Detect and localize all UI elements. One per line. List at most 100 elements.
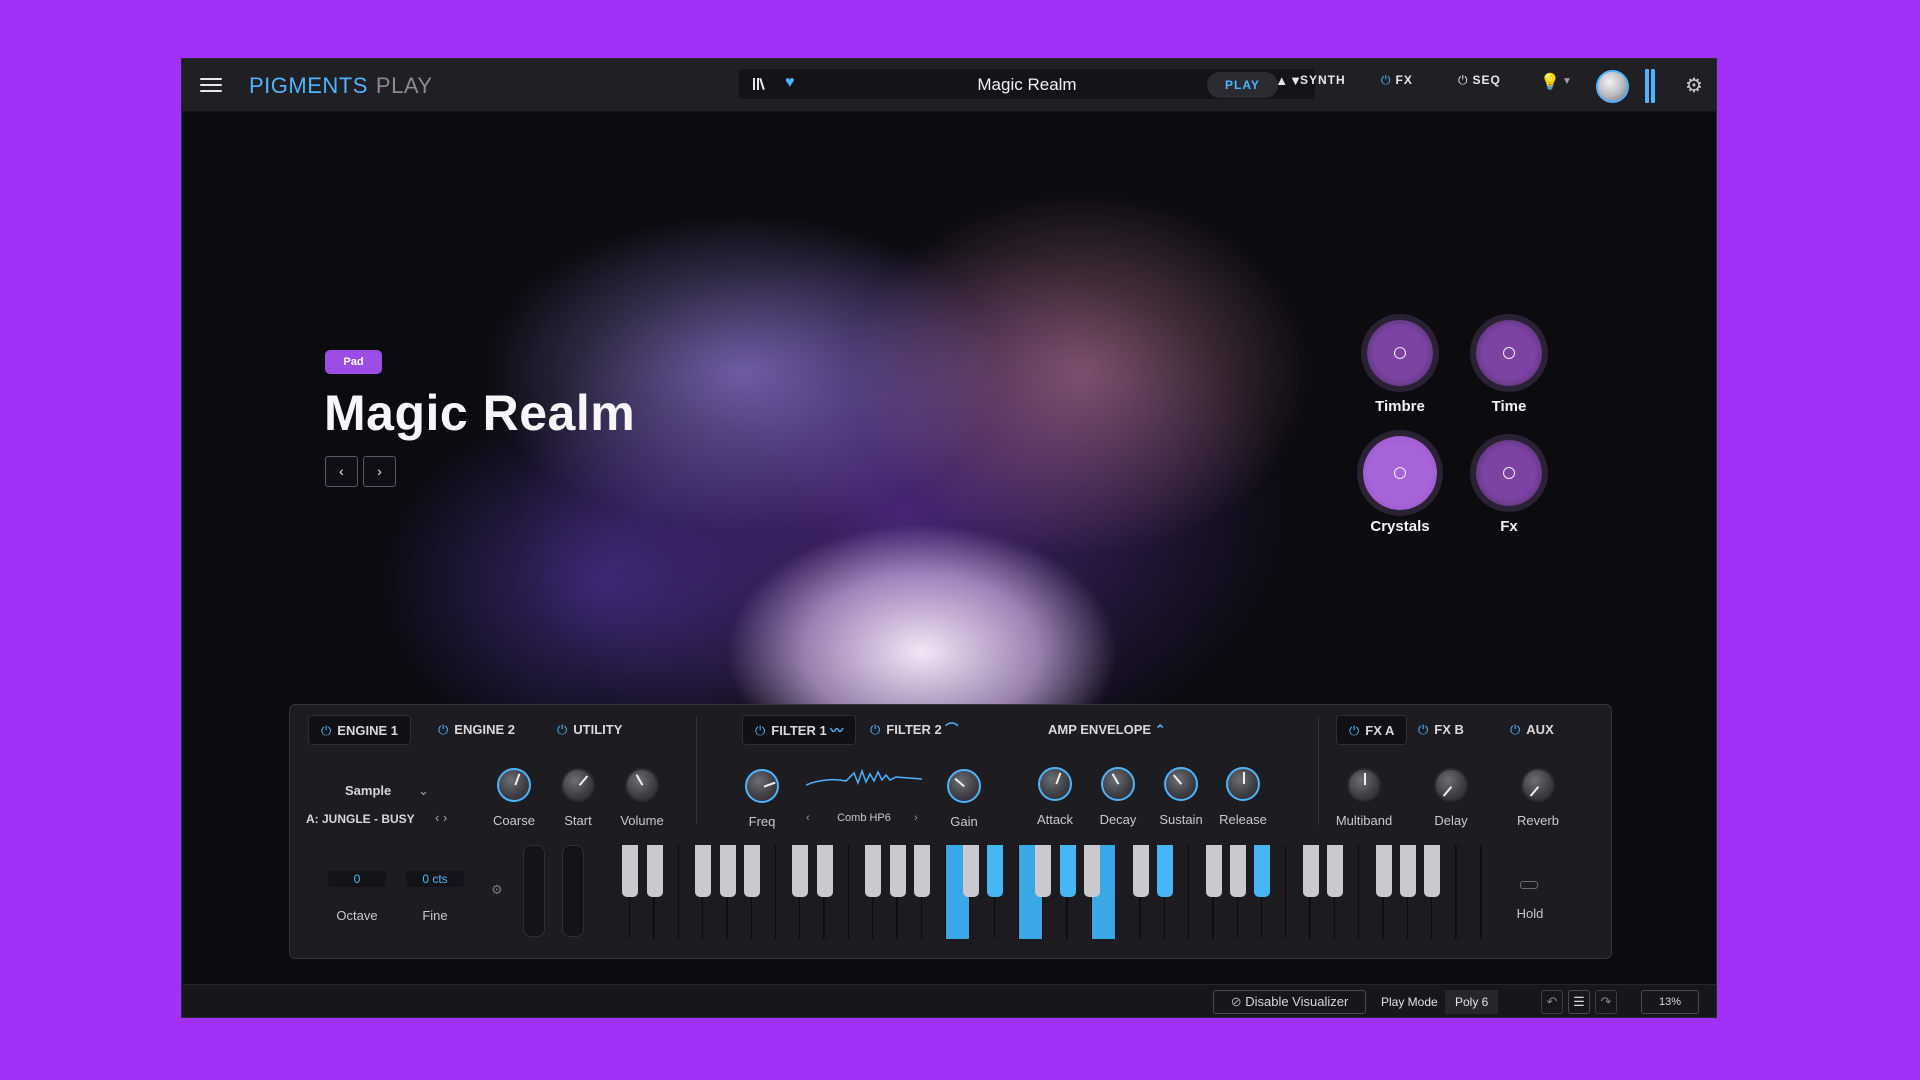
tab-filter-2[interactable]: ⏻ FILTER 2 ⌒: [870, 715, 958, 745]
black-key[interactable]: [1254, 845, 1271, 897]
volume-knob[interactable]: [625, 768, 659, 802]
tab-synth[interactable]: SYNTH: [1300, 73, 1346, 99]
black-key[interactable]: [1084, 845, 1100, 897]
play-mode-value[interactable]: Poly 6: [1445, 990, 1499, 1014]
white-key[interactable]: [1456, 845, 1481, 939]
macro-label: Crystals: [1370, 518, 1430, 535]
fine-value[interactable]: 0 cts: [406, 871, 464, 887]
macro-crystals[interactable]: Crystals: [1360, 436, 1440, 535]
tab-play[interactable]: PLAY: [1207, 72, 1278, 98]
undo-icon[interactable]: ↶: [1541, 990, 1563, 1014]
octave-value[interactable]: 0: [328, 871, 386, 887]
lightbulb-icon[interactable]: 💡: [1540, 72, 1560, 92]
attack-knob[interactable]: [1038, 767, 1072, 801]
tab-amp-envelope[interactable]: AMP ENVELOPE ⌃: [1048, 715, 1166, 745]
history-list-icon[interactable]: ☰: [1568, 990, 1590, 1014]
sample-name[interactable]: A: JUNGLE - BUSY: [306, 812, 415, 826]
black-key[interactable]: [986, 845, 1003, 897]
macro-fx-knob[interactable]: [1476, 440, 1542, 506]
redo-icon[interactable]: ↷: [1595, 990, 1617, 1014]
black-key[interactable]: [1059, 845, 1076, 897]
black-key[interactable]: [1132, 845, 1149, 897]
black-key[interactable]: [1327, 845, 1343, 897]
black-key[interactable]: [695, 845, 712, 897]
brand-pigments: PIGMENTS: [249, 73, 368, 98]
chevron-down-icon[interactable]: ⌄: [418, 783, 429, 799]
macro-timbre[interactable]: Timbre: [1360, 320, 1440, 415]
keyboard-settings-gear-icon[interactable]: ⚙: [491, 882, 503, 898]
preset-up-down-arrows[interactable]: ▲▼: [1275, 73, 1303, 88]
tab-engine-2[interactable]: ⏻ ENGINE 2: [438, 715, 515, 745]
disable-visualizer-label: Disable Visualizer: [1245, 994, 1349, 1009]
disable-visualizer-button[interactable]: ⊘ Disable Visualizer: [1213, 990, 1366, 1014]
filter-freq-knob[interactable]: [745, 769, 779, 803]
tab-filter-1[interactable]: ⏻ FILTER 1 〰: [742, 715, 857, 745]
mod-wheel[interactable]: [562, 845, 584, 937]
delay-knob[interactable]: [1434, 768, 1468, 802]
preset-category-badge: Pad: [325, 350, 382, 374]
macro-time[interactable]: Time: [1469, 320, 1549, 415]
black-key[interactable]: [865, 845, 882, 897]
sustain-knob[interactable]: [1164, 767, 1198, 801]
engine-type-dropdown[interactable]: Sample: [345, 783, 391, 798]
pitch-bend-wheel[interactable]: [523, 845, 545, 937]
filter-type-label[interactable]: Comb HP6: [824, 812, 904, 824]
freq-label: Freq: [748, 814, 776, 829]
filter-prev-arrow[interactable]: ‹: [806, 812, 810, 824]
macro-label: Fx: [1500, 518, 1518, 535]
black-key[interactable]: [1229, 845, 1246, 897]
power-icon[interactable]: ⏻: [1458, 73, 1469, 87]
settings-gear-icon[interactable]: ⚙: [1685, 73, 1703, 98]
black-key[interactable]: [1424, 845, 1441, 897]
gain-label: Gain: [950, 814, 978, 829]
black-key[interactable]: [1035, 845, 1052, 897]
eye-off-icon: ⊘: [1230, 994, 1242, 1009]
black-key[interactable]: [743, 845, 760, 897]
next-preset-button[interactable]: ›: [363, 456, 396, 487]
tab-utility[interactable]: ⏻ UTILITY: [557, 715, 622, 745]
tab-seq[interactable]: ⏻ SEQ: [1458, 73, 1501, 99]
black-key[interactable]: [816, 845, 833, 897]
black-key[interactable]: [889, 845, 906, 897]
play-mode-label: Play Mode: [1381, 995, 1438, 1009]
tab-engine-1[interactable]: ⏻ ENGINE 1: [308, 715, 411, 745]
macro-fx[interactable]: Fx: [1469, 440, 1549, 535]
filter-gain-knob[interactable]: [947, 769, 981, 803]
reverb-knob[interactable]: [1521, 768, 1555, 802]
sample-prev-next-arrows[interactable]: ‹ ›: [435, 810, 447, 825]
start-knob[interactable]: [561, 768, 595, 802]
filter-response-graph: [806, 768, 922, 786]
tab-fx-a[interactable]: ⏻ FX A: [1336, 715, 1408, 745]
black-key[interactable]: [719, 845, 736, 897]
black-key[interactable]: [1375, 845, 1392, 897]
black-key[interactable]: [913, 845, 930, 897]
black-key[interactable]: [792, 845, 809, 897]
filter-next-arrow[interactable]: ›: [914, 812, 918, 824]
previous-preset-button[interactable]: ‹: [325, 456, 358, 487]
multiband-knob[interactable]: [1347, 768, 1381, 802]
chevron-down-icon[interactable]: ▼: [1562, 76, 1572, 87]
black-key[interactable]: [1302, 845, 1319, 897]
macro-time-knob[interactable]: [1476, 320, 1542, 386]
master-volume-knob[interactable]: [1596, 70, 1629, 103]
release-knob[interactable]: [1226, 767, 1260, 801]
black-key[interactable]: [646, 845, 663, 897]
power-icon[interactable]: ⏻: [1381, 73, 1392, 87]
black-key[interactable]: [962, 845, 979, 897]
hamburger-menu-icon[interactable]: [200, 74, 222, 96]
divider: [1318, 717, 1319, 825]
decay-knob[interactable]: [1101, 767, 1135, 801]
piano-keyboard[interactable]: [606, 845, 1482, 939]
black-key[interactable]: [1205, 845, 1222, 897]
hold-toggle[interactable]: [1520, 881, 1538, 889]
coarse-knob[interactable]: [497, 768, 531, 802]
black-key[interactable]: [1399, 845, 1416, 897]
black-key[interactable]: [1156, 845, 1173, 897]
macro-crystals-knob[interactable]: [1363, 436, 1437, 510]
tab-aux[interactable]: ⏻ AUX: [1510, 715, 1554, 745]
tab-fx-b[interactable]: ⏻ FX B: [1418, 715, 1464, 745]
black-key[interactable]: [622, 845, 639, 897]
fine-label: Fine: [422, 908, 448, 923]
tab-fx[interactable]: ⏻ FX: [1381, 73, 1413, 99]
macro-timbre-knob[interactable]: [1367, 320, 1433, 386]
